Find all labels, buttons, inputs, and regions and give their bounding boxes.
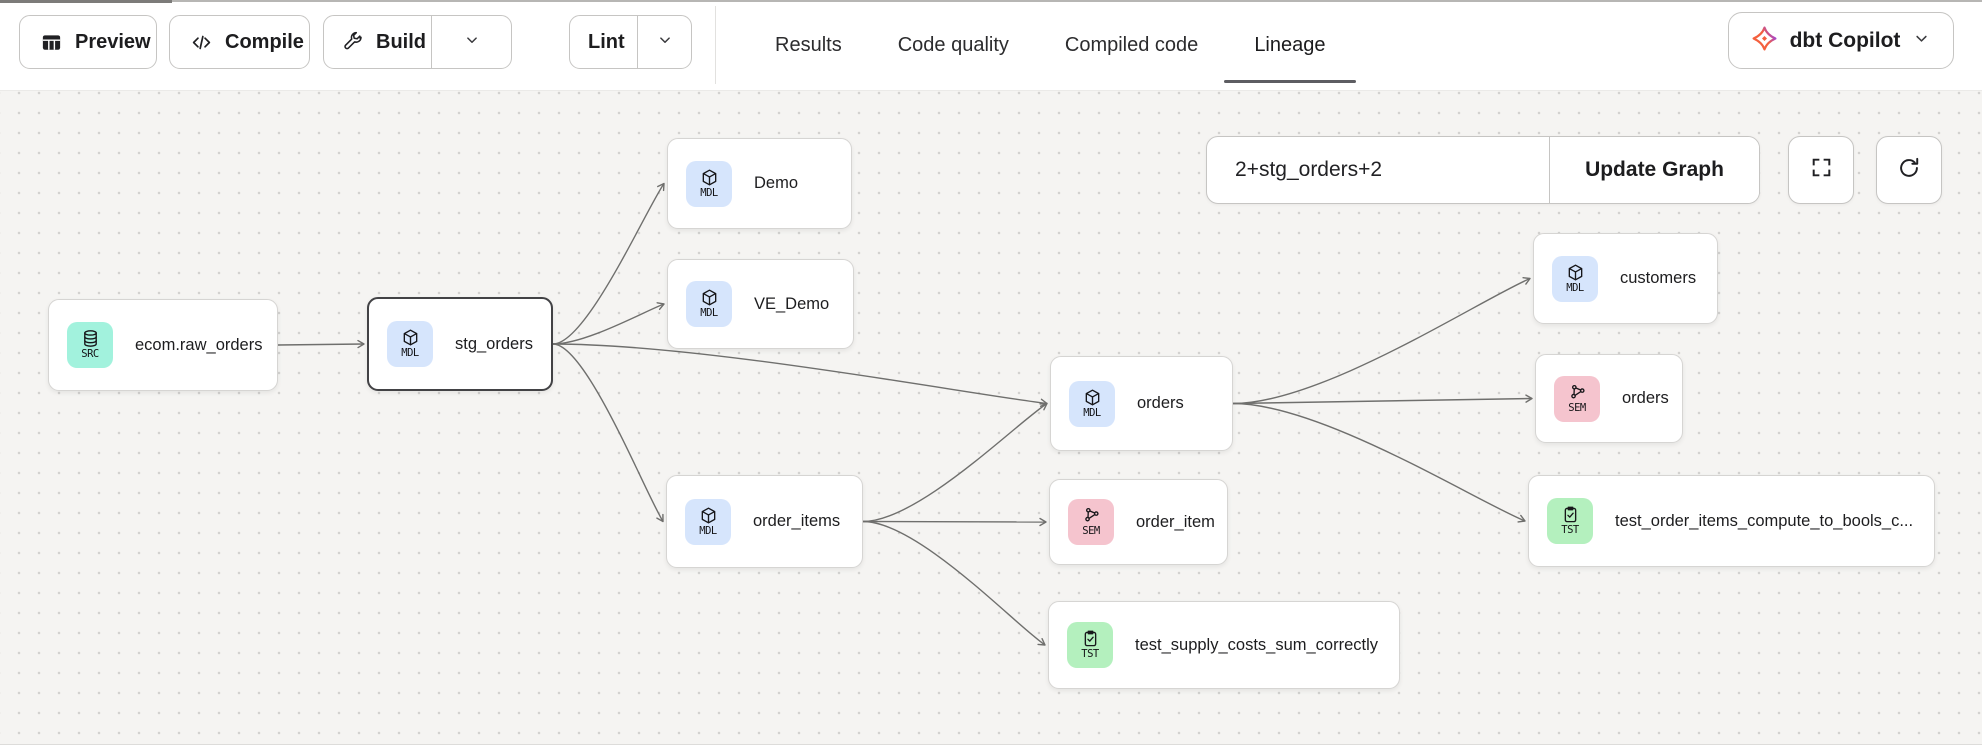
lineage-edge-orders_model-to-customers: [1233, 279, 1530, 404]
lineage-edge-stg_orders-to-orders_model: [553, 344, 1047, 404]
node-label: test_supply_costs_sum_correctly: [1135, 636, 1378, 655]
lineage-node-demo[interactable]: MDL Demo: [667, 138, 852, 229]
node-type-code: MDL: [700, 187, 717, 200]
node-label: order_item: [1136, 513, 1215, 532]
build-label: Build: [376, 31, 426, 54]
lineage-node-customers[interactable]: MDL customers: [1533, 233, 1718, 324]
tab-lineage[interactable]: Lineage: [1254, 0, 1325, 90]
node-type-code: SRC: [81, 348, 98, 361]
lineage-edge-order_items-to-orders_model: [863, 404, 1047, 522]
test-clipboard-icon: TST: [1547, 498, 1593, 544]
wrench-icon: [342, 31, 364, 53]
preview-label: Preview: [75, 31, 151, 54]
database-icon: SRC: [67, 322, 113, 368]
node-label: ecom.raw_orders: [135, 336, 262, 355]
node-type-code: SEM: [1568, 402, 1585, 415]
lineage-edge-raw_orders-to-stg_orders: [278, 344, 364, 345]
result-tabs: Results Code quality Compiled code Linea…: [775, 0, 1326, 90]
table-icon: [40, 31, 63, 54]
lineage-node-ve_demo[interactable]: MDL VE_Demo: [667, 259, 854, 349]
lineage-edge-stg_orders-to-ve_demo: [553, 304, 664, 344]
node-type-code: MDL: [1566, 282, 1583, 295]
lineage-node-orders_sem[interactable]: SEM orders: [1535, 354, 1683, 443]
semantic-graph-icon: SEM: [1068, 499, 1114, 545]
test-clipboard-icon: TST: [1067, 622, 1113, 668]
lint-button[interactable]: Lint: [570, 16, 637, 68]
tab-results[interactable]: Results: [775, 0, 842, 90]
tab-compiled-code[interactable]: Compiled code: [1065, 0, 1198, 90]
node-type-code: TST: [1561, 524, 1578, 537]
node-label: orders: [1622, 389, 1669, 408]
chevron-down-icon: [1912, 29, 1931, 53]
dbt-copilot-logo-icon: [1751, 25, 1778, 57]
model-cube-icon: MDL: [1552, 256, 1598, 302]
node-label: customers: [1620, 269, 1696, 288]
lineage-edge-stg_orders-to-order_items: [553, 344, 663, 522]
refresh-button[interactable]: [1876, 136, 1942, 204]
lineage-edge-order_items-to-test_supply: [863, 522, 1045, 646]
build-button-group: Build: [323, 15, 512, 69]
tab-code-quality[interactable]: Code quality: [898, 0, 1009, 90]
model-cube-icon: MDL: [387, 321, 433, 367]
toolbar: Preview Compile Build Lint: [0, 0, 1982, 90]
fullscreen-button[interactable]: [1788, 136, 1854, 204]
lineage-node-order_item_sem[interactable]: SEM order_item: [1049, 479, 1228, 565]
build-dropdown-button[interactable]: [431, 16, 511, 68]
code-icon: [190, 31, 213, 54]
node-type-code: TST: [1081, 648, 1098, 661]
top-divider-dark-segment: [0, 0, 172, 3]
model-cube-icon: MDL: [686, 161, 732, 207]
node-label: Demo: [754, 174, 798, 193]
node-type-code: MDL: [401, 347, 418, 360]
node-type-code: MDL: [1083, 407, 1100, 420]
lineage-node-order_items[interactable]: MDL order_items: [666, 475, 863, 568]
build-button[interactable]: Build: [324, 16, 431, 68]
preview-button[interactable]: Preview: [19, 15, 157, 69]
lineage-selector-group: 2+stg_orders+2 Update Graph: [1206, 136, 1760, 204]
node-type-code: MDL: [700, 307, 717, 320]
lineage-edge-stg_orders-to-demo: [553, 184, 664, 345]
model-cube-icon: MDL: [685, 499, 731, 545]
chevron-down-icon: [463, 31, 481, 54]
lineage-node-stg_orders[interactable]: MDL stg_orders: [367, 297, 553, 391]
node-label: VE_Demo: [754, 295, 829, 314]
node-type-code: MDL: [699, 525, 716, 538]
lineage-node-raw_orders[interactable]: SRC ecom.raw_orders: [48, 299, 278, 391]
dbt-copilot-label: dbt Copilot: [1790, 29, 1901, 53]
lint-label: Lint: [588, 31, 625, 54]
lineage-edge-order_items-to-order_item_sem: [863, 522, 1046, 523]
dbt-ide-window: Preview Compile Build Lint: [0, 0, 1982, 748]
toolbar-divider: [715, 6, 716, 84]
lint-dropdown-button[interactable]: [637, 16, 691, 68]
node-label: test_order_items_compute_to_bools_c...: [1615, 512, 1913, 531]
semantic-graph-icon: SEM: [1554, 376, 1600, 422]
lineage-canvas[interactable]: SRCecom.raw_ordersMDLstg_ordersMDLDemoMD…: [0, 90, 1982, 745]
update-graph-button[interactable]: Update Graph: [1549, 137, 1759, 203]
model-cube-icon: MDL: [686, 281, 732, 327]
model-cube-icon: MDL: [1069, 381, 1115, 427]
lineage-node-test_supply[interactable]: TST test_supply_costs_sum_correctly: [1048, 601, 1400, 689]
refresh-icon: [1896, 155, 1922, 186]
lint-button-group: Lint: [569, 15, 692, 69]
dbt-copilot-button[interactable]: dbt Copilot: [1728, 12, 1954, 69]
compile-button[interactable]: Compile: [169, 15, 310, 69]
compile-label: Compile: [225, 31, 304, 54]
lineage-edge-orders_model-to-test_order_items: [1233, 404, 1525, 522]
lineage-selector-input[interactable]: 2+stg_orders+2: [1207, 137, 1549, 203]
node-label: orders: [1137, 394, 1184, 413]
node-label: stg_orders: [455, 335, 533, 354]
node-type-code: SEM: [1082, 525, 1099, 538]
fullscreen-icon: [1809, 155, 1834, 185]
lineage-node-test_order_items[interactable]: TST test_order_items_compute_to_bools_c..…: [1528, 475, 1935, 567]
chevron-down-icon: [656, 31, 674, 54]
lineage-edge-orders_model-to-orders_sem: [1233, 399, 1532, 404]
node-label: order_items: [753, 512, 840, 531]
lineage-node-orders_model[interactable]: MDL orders: [1050, 356, 1233, 451]
